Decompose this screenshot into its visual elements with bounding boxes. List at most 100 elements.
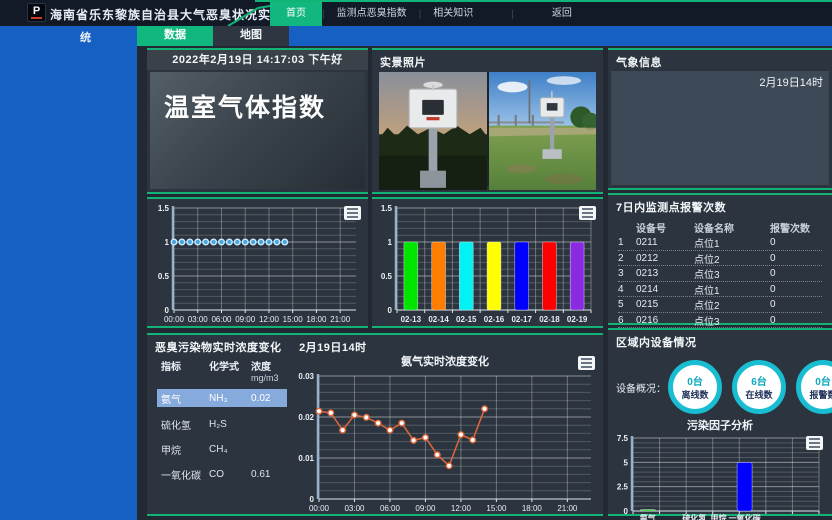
svg-text:18:00: 18:00 bbox=[306, 315, 327, 324]
svg-text:12:00: 12:00 bbox=[259, 315, 280, 324]
pollutant-row[interactable]: 一氧化碳CO0.61 bbox=[161, 465, 287, 483]
odor-title-text: 恶臭污染物实时浓度变化 bbox=[155, 342, 282, 354]
photos-panel-title: 实景照片 bbox=[372, 50, 603, 73]
greenhouse-title: 温室气体指数 bbox=[150, 72, 365, 124]
svg-text:09:00: 09:00 bbox=[235, 315, 256, 324]
tab-data[interactable]: 数据 bbox=[137, 25, 213, 46]
svg-text:06:00: 06:00 bbox=[380, 504, 401, 513]
site-photo-day bbox=[489, 72, 596, 190]
svg-text:21:00: 21:00 bbox=[330, 315, 351, 324]
svg-text:一氧化碳: 一氧化碳 bbox=[729, 513, 762, 520]
nh3-line-chart[interactable]: 00.010.020.0300:0003:0006:0009:0012:0015… bbox=[287, 370, 603, 512]
weather-body: 2月19日14时 bbox=[611, 71, 829, 185]
svg-text:06:00: 06:00 bbox=[211, 315, 232, 324]
col-indicator: 指标 bbox=[161, 358, 209, 384]
panel-weather-info: 气象信息 2月19日14时 bbox=[608, 48, 832, 190]
svg-text:甲烷: 甲烷 bbox=[711, 513, 727, 520]
pollutant-table-header: 指标 化学式 浓度 mg/m3 bbox=[161, 358, 287, 384]
svg-text:0: 0 bbox=[624, 507, 629, 516]
pollutant-table-body: 氨气NH₃0.02硫化氢H₂S甲烷CH₄一氧化碳CO0.61 bbox=[161, 389, 287, 483]
logo: P bbox=[27, 3, 46, 22]
nav-separator: | bbox=[511, 9, 514, 20]
col-unit: mg/m3 bbox=[251, 373, 279, 383]
svg-text:氨气: 氨气 bbox=[640, 513, 656, 520]
table-row: 50215点位20 bbox=[618, 297, 822, 313]
nav-item-back[interactable]: 返回 bbox=[540, 2, 584, 26]
logo-glyph: P bbox=[33, 6, 40, 16]
device-count-circle: 0台离线数 bbox=[668, 360, 722, 414]
alarm-panel-title: 7日内监测点报警次数 bbox=[608, 195, 832, 218]
svg-text:03:00: 03:00 bbox=[344, 504, 365, 513]
svg-text:1: 1 bbox=[388, 238, 393, 247]
device-overview-label: 设备概况： bbox=[616, 380, 668, 395]
svg-text:02-19: 02-19 bbox=[567, 315, 588, 324]
page-background-band bbox=[0, 26, 832, 46]
pollutant-row[interactable]: 氨气NH₃0.02 bbox=[157, 389, 287, 407]
pollutant-row[interactable]: 甲烷CH₄ bbox=[161, 440, 287, 458]
svg-text:0: 0 bbox=[165, 306, 170, 315]
pollutant-row[interactable]: 硫化氢H₂S bbox=[161, 415, 287, 433]
chart-menu-icon[interactable] bbox=[578, 356, 595, 370]
svg-text:0.03: 0.03 bbox=[298, 372, 314, 381]
weather-date: 2月19日14时 bbox=[611, 71, 829, 93]
svg-text:0: 0 bbox=[388, 306, 393, 315]
factor-chart-block: 02.557.5氨气硫化氢甲烷一氧化碳 bbox=[608, 433, 832, 520]
panel-alarm-counts: 7日内监测点报警次数 设备号 设备名称 报警次数 10211点位1020212点… bbox=[608, 193, 832, 325]
col-alarm-count: 报警次数 bbox=[770, 220, 822, 235]
svg-text:0.5: 0.5 bbox=[381, 272, 393, 281]
col-device-no: 设备号 bbox=[636, 220, 694, 235]
alarm-table-body: 10211点位1020212点位2030213点位3040214点位105021… bbox=[618, 235, 822, 328]
greenhouse-banner[interactable]: 温室气体指数 bbox=[150, 72, 365, 189]
svg-text:0: 0 bbox=[310, 495, 315, 504]
col-formula: 化学式 bbox=[209, 358, 251, 384]
svg-text:02-18: 02-18 bbox=[539, 315, 560, 324]
logo-red-bar bbox=[31, 17, 42, 19]
svg-text:02-16: 02-16 bbox=[484, 315, 505, 324]
index-line-chart[interactable]: 00.511.500:0003:0006:0009:0012:0015:0018… bbox=[147, 199, 368, 326]
svg-text:1: 1 bbox=[165, 238, 170, 247]
svg-text:21:00: 21:00 bbox=[557, 504, 578, 513]
nav-item-home[interactable]: 首页 bbox=[270, 2, 322, 26]
tab-map[interactable]: 地图 bbox=[213, 25, 289, 46]
chart-menu-icon[interactable] bbox=[806, 436, 823, 450]
factor-bar-chart[interactable]: 02.557.5氨气硫化氢甲烷一氧化碳 bbox=[608, 433, 832, 520]
nav-item-odor-index[interactable]: 监测点恶臭指数 bbox=[325, 2, 419, 26]
panel-greenhouse-index: 2022年2月19日 14:17:03 下午好 温室气体指数 bbox=[147, 48, 368, 194]
table-row: 20212点位20 bbox=[618, 251, 822, 267]
device-count-circle: 0台报警数 bbox=[796, 360, 832, 414]
svg-text:03:00: 03:00 bbox=[188, 315, 209, 324]
svg-text:02-15: 02-15 bbox=[456, 315, 477, 324]
weather-panel-title: 气象信息 bbox=[608, 50, 832, 73]
alarm-table: 设备号 设备名称 报警次数 10211点位1020212点位2030213点位3… bbox=[608, 218, 832, 328]
chart-menu-icon[interactable] bbox=[344, 206, 361, 220]
panel-daily-index: 00.511.502-1302-1402-1502-1602-1702-1802… bbox=[372, 197, 603, 328]
chart-menu-icon[interactable] bbox=[579, 206, 596, 220]
table-row: 10211点位10 bbox=[618, 235, 822, 251]
table-row: 60216点位30 bbox=[618, 313, 822, 329]
svg-text:2.5: 2.5 bbox=[617, 483, 629, 492]
svg-text:1.5: 1.5 bbox=[381, 204, 393, 213]
svg-text:02-14: 02-14 bbox=[428, 315, 449, 324]
nav-item-knowledge[interactable]: 相关知识 bbox=[421, 2, 485, 26]
col-device-name: 设备名称 bbox=[694, 220, 770, 235]
panel-index-trend: 00.511.500:0003:0006:0009:0012:0015:0018… bbox=[147, 197, 368, 328]
nh3-chart-title: 氨气实时浓度变化 bbox=[287, 354, 603, 370]
svg-text:1.5: 1.5 bbox=[158, 204, 170, 213]
svg-text:0.5: 0.5 bbox=[158, 272, 170, 281]
svg-text:0.01: 0.01 bbox=[298, 454, 314, 463]
main-nav: 首页 | 监测点恶臭指数 | 相关知识 | 返回 bbox=[270, 2, 584, 26]
svg-text:12:00: 12:00 bbox=[451, 504, 472, 513]
device-status-circles: 0台离线数6台在线数 0台报警数 bbox=[668, 360, 832, 414]
svg-text:09:00: 09:00 bbox=[415, 504, 436, 513]
datetime-text: 2022年2月19日 14:17:03 下午好 bbox=[147, 50, 368, 70]
svg-text:15:00: 15:00 bbox=[283, 315, 304, 324]
daily-bar-chart[interactable]: 00.511.502-1302-1402-1502-1602-1702-1802… bbox=[372, 199, 603, 326]
table-row: 40214点位10 bbox=[618, 282, 822, 298]
photo-strip bbox=[379, 72, 596, 186]
device-count-circle: 6台在线数 bbox=[732, 360, 786, 414]
nh3-chart-block: 氨气实时浓度变化 00.010.020.0300:0003:0006:0009:… bbox=[287, 354, 603, 512]
alarm-table-header: 设备号 设备名称 报警次数 bbox=[618, 220, 822, 235]
devices-panel-title: 区域内设备情况 bbox=[608, 330, 832, 353]
svg-text:18:00: 18:00 bbox=[522, 504, 543, 513]
svg-text:7.5: 7.5 bbox=[617, 434, 629, 443]
